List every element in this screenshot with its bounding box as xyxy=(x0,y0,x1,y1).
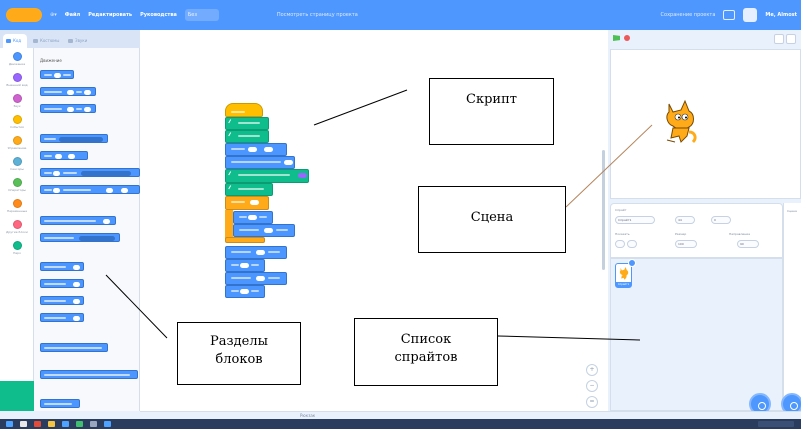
annotation-sprite-list: Список спрайтов xyxy=(354,318,498,386)
annotation-script-text: Скрипт xyxy=(466,92,517,107)
annotation-sprite-list-line2: спрайтов xyxy=(394,350,458,365)
annotation-sprite-list-line1: Список xyxy=(400,332,452,347)
annotation-block-sections-line1: Разделы xyxy=(210,334,268,349)
annotation-block-sections-line2: блоков xyxy=(215,352,263,367)
annotation-script: Скрипт xyxy=(429,78,554,145)
annotation-scene: Сцена xyxy=(418,186,566,253)
annotation-block-sections: Разделы блоков xyxy=(177,322,301,385)
scratch-editor-screenshot: ⊕▾ Файл Редактировать Руководства Без По… xyxy=(0,0,801,429)
annotation-scene-text: Сцена xyxy=(470,210,514,225)
